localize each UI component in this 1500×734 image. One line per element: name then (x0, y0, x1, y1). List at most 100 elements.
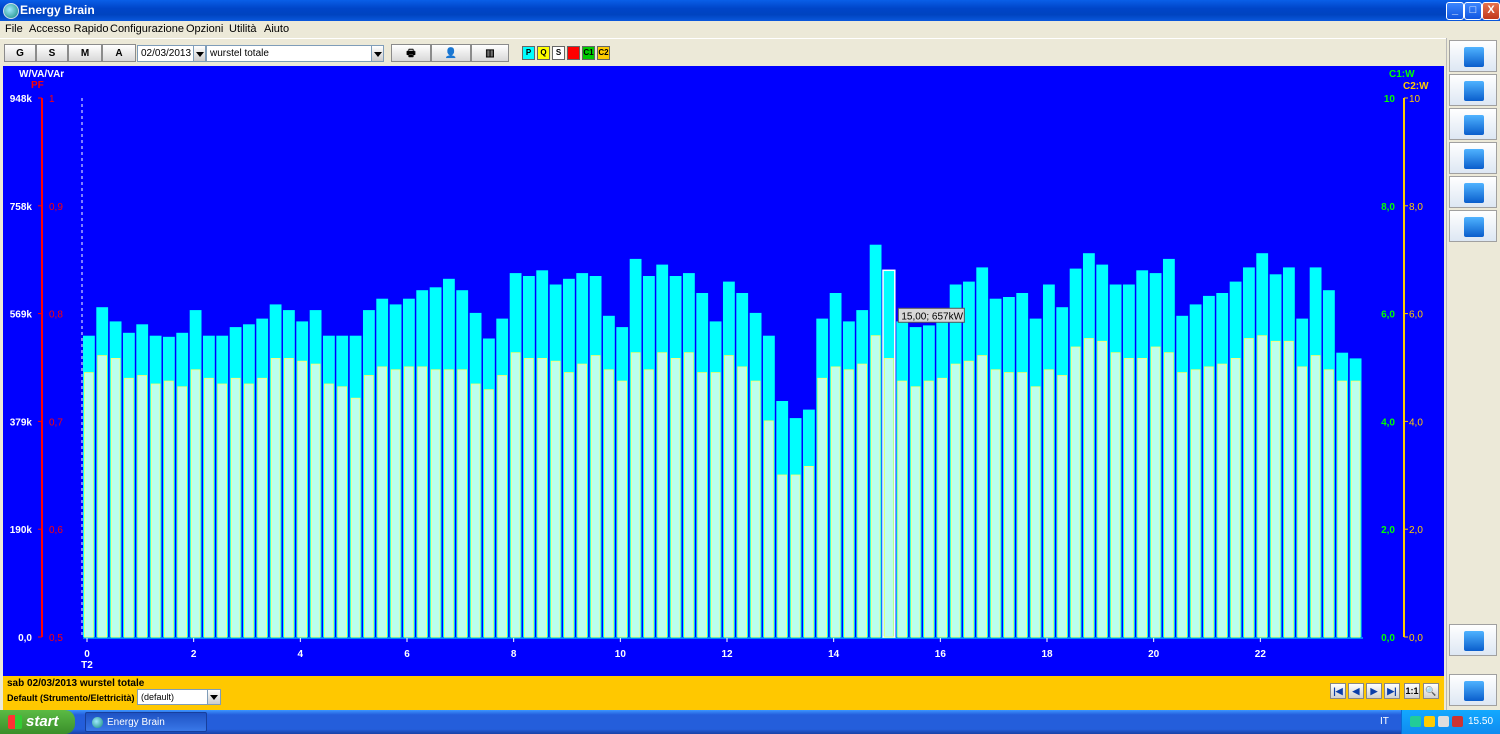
formula-view-button[interactable] (1449, 108, 1497, 140)
bar-q (830, 366, 841, 638)
window-title: Energy Brain (20, 3, 95, 17)
bar-q (1084, 338, 1094, 638)
menu-bar: File Accesso Rapido Configurazione Opzio… (0, 21, 1500, 38)
taskbar-item-label: Energy Brain (107, 717, 165, 728)
taskbar: start Energy Brain IT 15.50 (0, 710, 1500, 734)
menu-file[interactable]: File (5, 23, 23, 35)
zoom-icon[interactable]: 🔍 (1423, 683, 1439, 699)
period-month-button[interactable]: M (68, 44, 102, 62)
menu-configurazione[interactable]: Configurazione (110, 23, 184, 35)
pf-axis-tick: 1 (49, 94, 55, 105)
bar-q (1217, 363, 1228, 638)
bar-q (484, 389, 494, 638)
bar-q (1284, 340, 1294, 638)
maximize-button[interactable]: □ (1464, 2, 1482, 20)
c2-axis-tick: 2,0 (1409, 525, 1423, 536)
table-view-button[interactable] (1449, 142, 1497, 174)
bar-q (1004, 372, 1014, 638)
bar-q (897, 380, 907, 638)
taskbar-item-energy-brain[interactable]: Energy Brain (85, 712, 207, 732)
left-axis-tick: 379k (10, 417, 33, 428)
zoom-reset-button[interactable]: 1:1 (1404, 683, 1420, 699)
bar-q (244, 383, 254, 638)
toggle-s[interactable]: S (552, 46, 565, 60)
language-indicator[interactable]: IT (1380, 716, 1389, 727)
bar-q (737, 366, 747, 638)
user-button[interactable]: 👤 (431, 44, 471, 62)
period-week-button[interactable]: S (36, 44, 68, 62)
bar-chart-view-button[interactable] (1449, 40, 1497, 72)
c1-axis-tick: 10 (1384, 94, 1396, 105)
nav-first-button[interactable]: |◀ (1330, 683, 1346, 699)
menu-accesso-rapido[interactable]: Accesso Rapido (29, 23, 109, 35)
bar-q (1150, 346, 1161, 638)
status-profile-label: Default (Strumento/Elettricità) (7, 693, 135, 703)
bar-q (684, 352, 694, 638)
bar-q (1204, 366, 1214, 638)
bar-q (804, 465, 814, 638)
x-axis-tick: 22 (1255, 649, 1267, 660)
bar-q (710, 372, 721, 638)
period-day-button[interactable]: G (4, 44, 36, 62)
left-axis-tick: 190k (10, 525, 33, 536)
bar-q (457, 369, 467, 638)
hd-chart-button[interactable] (1449, 624, 1497, 656)
tray-icon-2[interactable] (1424, 716, 1435, 727)
toggle-q[interactable]: Q (537, 46, 550, 60)
menu-opzioni[interactable]: Opzioni (186, 23, 223, 35)
tray-icon-1[interactable] (1410, 716, 1421, 727)
nav-prev-button[interactable]: ◀ (1348, 683, 1364, 699)
menu-aiuto[interactable]: Aiuto (264, 23, 289, 35)
menu-utilita[interactable]: Utilità (229, 23, 257, 35)
toggle-pf[interactable] (567, 46, 580, 60)
print-button[interactable]: 🖶 (391, 44, 431, 62)
list-icon (1464, 81, 1484, 101)
tray-icon-4[interactable] (1452, 716, 1463, 727)
bar-q (790, 474, 801, 638)
tray-icon-3[interactable] (1438, 716, 1449, 727)
bar-q (390, 369, 401, 638)
minimize-button[interactable]: _ (1446, 2, 1464, 20)
toggle-c1[interactable]: C1 (582, 46, 595, 60)
profile-dropdown-icon[interactable] (207, 689, 221, 705)
device-dropdown-icon[interactable] (371, 45, 384, 62)
c1-axis-tick: 0,0 (1381, 633, 1395, 644)
bar-q (590, 355, 601, 638)
bar-q (537, 357, 547, 638)
bar-q (137, 375, 148, 638)
bar-q (310, 363, 321, 638)
nav-next-button[interactable]: ▶ (1366, 683, 1382, 699)
device-select[interactable]: wurstel totale (206, 45, 372, 62)
bar-q (404, 366, 414, 638)
x-axis-sublabel: T2 (81, 660, 93, 671)
bar-q (1257, 335, 1268, 638)
bar-q (1350, 380, 1361, 638)
bar-q (524, 357, 534, 638)
energy-chart[interactable]: W/VA/VAr PF C1:W C2:W 948k 1 10 10 758k 0,9 8,0 8,0… (3, 66, 1444, 676)
report-view-button[interactable] (1449, 210, 1497, 242)
x-axis-tick: 20 (1148, 649, 1160, 660)
exit-button[interactable] (1449, 674, 1497, 706)
toggle-c2[interactable]: C2 (597, 46, 610, 60)
nav-last-button[interactable]: ▶| (1384, 683, 1400, 699)
bar-q (1057, 375, 1068, 638)
toggle-p[interactable]: P (522, 46, 535, 60)
date-dropdown-icon[interactable] (193, 45, 206, 62)
x-axis-tick: 18 (1041, 649, 1053, 660)
bar-q (697, 372, 707, 638)
date-field[interactable]: 02/03/2013 (137, 45, 194, 62)
close-button[interactable]: X (1482, 2, 1500, 20)
bar-q (230, 377, 241, 638)
toolbar: G S M A 02/03/2013 wurstel totale 🖶 👤 ▥ … (0, 38, 1446, 67)
export-button[interactable]: ▥ (471, 44, 509, 62)
chart-svg[interactable]: W/VA/VArPF C1:WC2:W 948k 1 10 10 758k 0,9 8,0 8,0… (3, 66, 1444, 676)
start-button[interactable]: start (0, 710, 75, 734)
period-year-button[interactable]: A (102, 44, 136, 62)
hde-view-button[interactable] (1449, 176, 1497, 208)
bar-q (937, 377, 947, 638)
bar-q (844, 369, 854, 638)
bar-q (84, 372, 94, 638)
bar-q (630, 352, 641, 638)
list-view-button[interactable] (1449, 74, 1497, 106)
bar-q (1297, 366, 1308, 638)
